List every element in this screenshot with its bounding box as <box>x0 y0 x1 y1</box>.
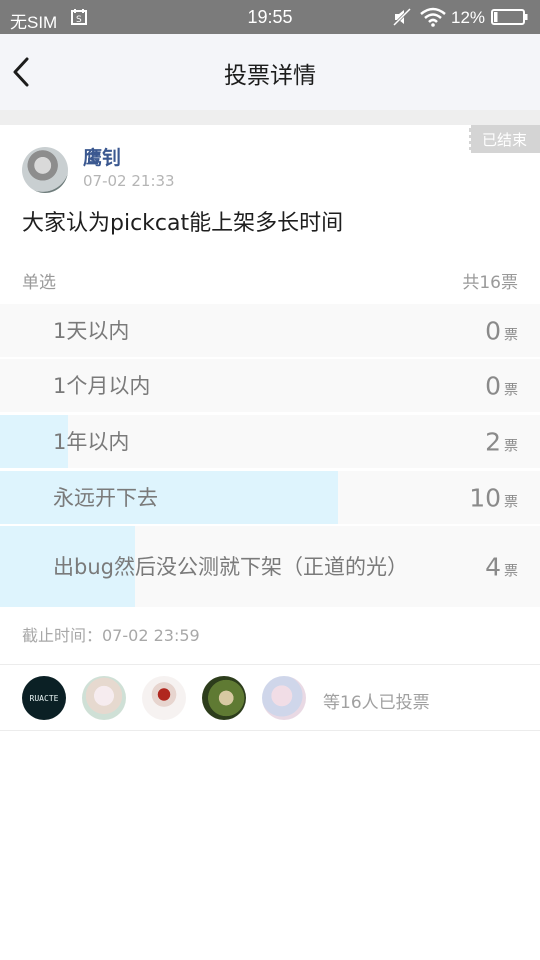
nav-bar: 投票详情 <box>0 34 540 110</box>
voter-avatar[interactable] <box>262 676 306 720</box>
poll-option[interactable]: 出bug然后没公测就下架（正道的光） 4票 <box>0 526 540 607</box>
battery-percent: 12% <box>451 8 486 27</box>
voters-summary[interactable]: 等16人已投票 <box>323 688 430 713</box>
avatar[interactable] <box>22 147 68 193</box>
poll-option[interactable]: 1天以内 0票 <box>0 304 540 357</box>
vote-total: 共16票 <box>462 273 518 293</box>
status-bar: 无SIM S 19:55 12% <box>0 0 540 34</box>
option-vote-count: 0票 <box>485 371 518 400</box>
voter-avatar[interactable]: RUACTE <box>22 676 66 720</box>
vote-unit: 票 <box>504 382 518 398</box>
page-title: 投票详情 <box>224 63 316 89</box>
vote-number: 2 <box>485 427 501 456</box>
status-badge: 已结束 <box>468 125 540 153</box>
poll-option[interactable]: 永远开下去 10 票 <box>0 471 540 524</box>
option-label: 出bug然后没公测就下架（正道的光） <box>53 554 408 579</box>
vote-unit: 票 <box>504 327 518 343</box>
vote-unit: 票 <box>504 438 518 454</box>
divider <box>0 664 540 665</box>
divider <box>0 730 540 731</box>
post-time: 07-02 21:33 <box>83 172 175 190</box>
option-vote-count: 0票 <box>485 316 518 345</box>
mute-icon <box>392 8 412 26</box>
vote-type-label: 单选 <box>22 273 56 293</box>
voter-avatar[interactable] <box>202 676 246 720</box>
option-label: 1天以内 <box>53 318 130 343</box>
vote-unit: 票 <box>504 563 518 579</box>
author-name[interactable]: 鹰钊 <box>83 143 121 170</box>
voter-avatar[interactable] <box>82 676 126 720</box>
voter-avatar-label: RUACTE <box>29 693 59 703</box>
wifi-icon <box>420 7 446 27</box>
option-label: 1个月以内 <box>53 373 151 398</box>
option-label: 永远开下去 <box>53 485 158 510</box>
option-label: 1年以内 <box>53 429 130 454</box>
vote-number: 10 <box>469 483 501 512</box>
poll-option[interactable]: 1个月以内 0票 <box>0 359 540 412</box>
option-vote-count: 2票 <box>485 427 518 456</box>
vote-number: 0 <box>485 371 501 400</box>
vote-number: 4 <box>485 552 501 581</box>
vote-unit: 票 <box>504 494 518 510</box>
battery-icon <box>491 9 528 25</box>
option-vote-count: 10 票 <box>469 483 518 512</box>
section-gap <box>0 110 540 125</box>
option-vote-count: 4票 <box>485 552 518 581</box>
voter-avatar[interactable] <box>142 676 186 720</box>
vote-number: 0 <box>485 316 501 345</box>
poll-option[interactable]: 1年以内 2票 <box>0 415 540 468</box>
poll-question: 大家认为pickcat能上架多长时间 <box>22 211 344 236</box>
deadline-label: 截止时间：07-02 23:59 <box>22 626 200 645</box>
